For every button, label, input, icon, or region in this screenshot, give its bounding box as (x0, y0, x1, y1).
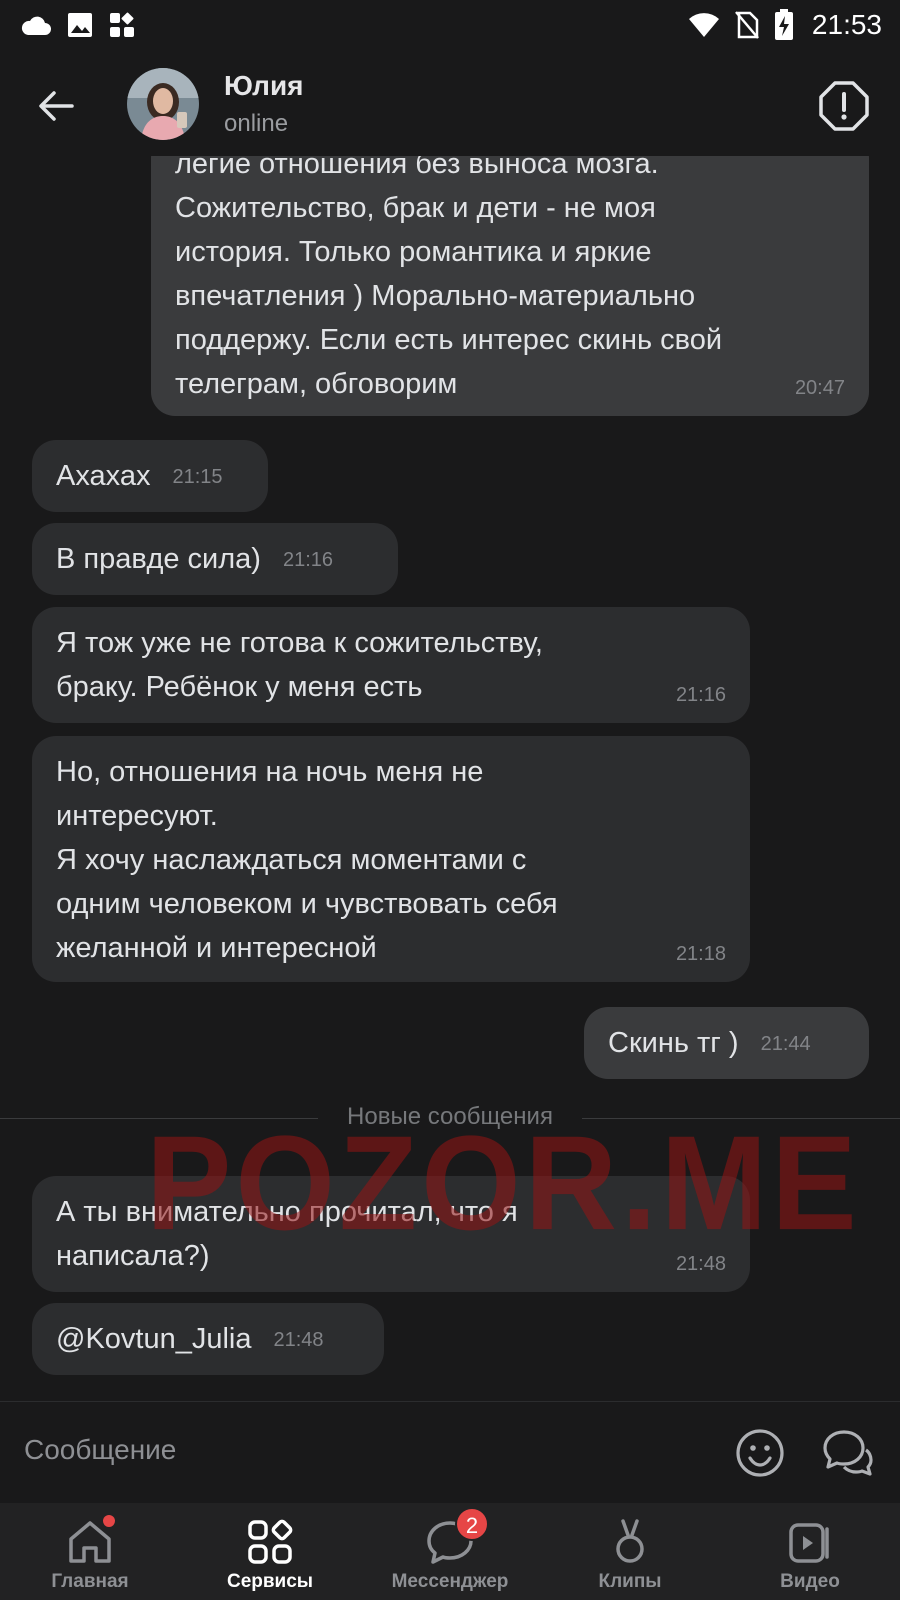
message-text: Но, отношения на ночь меня не интересуют… (56, 756, 558, 964)
messenger-icon: 2 (425, 1507, 489, 1567)
video-icon (785, 1517, 835, 1567)
nav-label: Видео (780, 1571, 840, 1592)
message-bubble[interactable]: А ты внимательно прочитал, что я написал… (32, 1176, 750, 1292)
bottom-nav: Главная Сервисы 2 Мессенджер Клипы Видео (0, 1503, 900, 1600)
message-time: 21:16 (282, 549, 334, 572)
home-icon (65, 1515, 115, 1567)
wifi-icon (688, 12, 720, 38)
nav-home[interactable]: Главная (0, 1503, 180, 1600)
alert-octagon-icon[interactable] (818, 80, 870, 132)
message-bubble[interactable]: легие отношения без выноса мозга. Сожите… (151, 156, 869, 416)
message-text: @Kovtun_Julia (56, 1323, 252, 1355)
nav-label: Главная (51, 1571, 129, 1592)
clips-icon (605, 1517, 655, 1567)
contact-status: online (224, 110, 289, 137)
message-bubble[interactable]: Я тож уже не готова к сожительству, брак… (32, 607, 750, 723)
message-time: 21:48 (273, 1329, 324, 1352)
new-messages-divider: Новые сообщения (0, 1103, 900, 1133)
unread-badge: 2 (455, 1507, 489, 1541)
message-time: 21:48 (675, 1253, 726, 1275)
message-text: Я тож уже не готова к сожительству, брак… (56, 627, 543, 703)
message-time: 21:16 (675, 684, 726, 706)
contact-name[interactable]: Юлия (224, 70, 304, 102)
smile-icon[interactable] (735, 1428, 785, 1478)
message-bubble[interactable]: Но, отношения на ночь меня не интересуют… (32, 736, 750, 982)
nav-services[interactable]: Сервисы (180, 1503, 360, 1600)
message-composer (0, 1401, 900, 1503)
nav-label: Сервисы (226, 1571, 314, 1592)
chat-header: Юлия online (0, 56, 900, 156)
message-time: 21:15 (172, 466, 223, 489)
message-text: Скинь тг ) (608, 1027, 739, 1059)
notification-dot (103, 1515, 115, 1527)
message-input[interactable] (24, 1434, 664, 1466)
message-bubble[interactable]: Ахахах 21:15 (32, 440, 268, 512)
status-bar: 21:53 (0, 0, 900, 50)
nav-label: Клипы (598, 1571, 662, 1592)
divider-line (582, 1118, 900, 1119)
arrow-left-icon[interactable] (34, 84, 78, 128)
cloud-icon (20, 13, 52, 37)
nav-messenger[interactable]: 2 Мессенджер (360, 1503, 540, 1600)
message-list[interactable]: легие отношения без выноса мозга. Сожите… (0, 156, 900, 1401)
message-bubble[interactable]: Скинь тг ) 21:44 (584, 1007, 869, 1079)
message-bubble[interactable]: В правде сила) 21:16 (32, 523, 398, 595)
message-text: В правде сила) (56, 543, 261, 575)
chat-bubbles-icon[interactable] (822, 1428, 874, 1478)
clock: 21:53 (811, 9, 882, 40)
divider-label: Новые сообщения (347, 1103, 553, 1130)
message-time: 20:47 (794, 377, 845, 399)
message-bubble[interactable]: @Kovtun_Julia 21:48 (32, 1303, 384, 1375)
battery-charging-icon (774, 9, 794, 41)
nav-label: Мессенджер (391, 1571, 509, 1592)
message-time: 21:44 (760, 1033, 811, 1056)
avatar[interactable] (127, 68, 199, 140)
nav-clips[interactable]: Клипы (540, 1503, 720, 1600)
message-time: 21:18 (675, 943, 726, 965)
image-icon (66, 11, 94, 39)
nav-video[interactable]: Видео (720, 1503, 900, 1600)
message-text: А ты внимательно прочитал, что я написал… (56, 1196, 518, 1272)
no-sim-icon (734, 10, 760, 40)
message-text: легие отношения без выноса мозга. Сожите… (175, 156, 723, 400)
message-text: Ахахах (56, 460, 151, 492)
services-icon (245, 1517, 295, 1567)
apps-icon (108, 11, 136, 39)
